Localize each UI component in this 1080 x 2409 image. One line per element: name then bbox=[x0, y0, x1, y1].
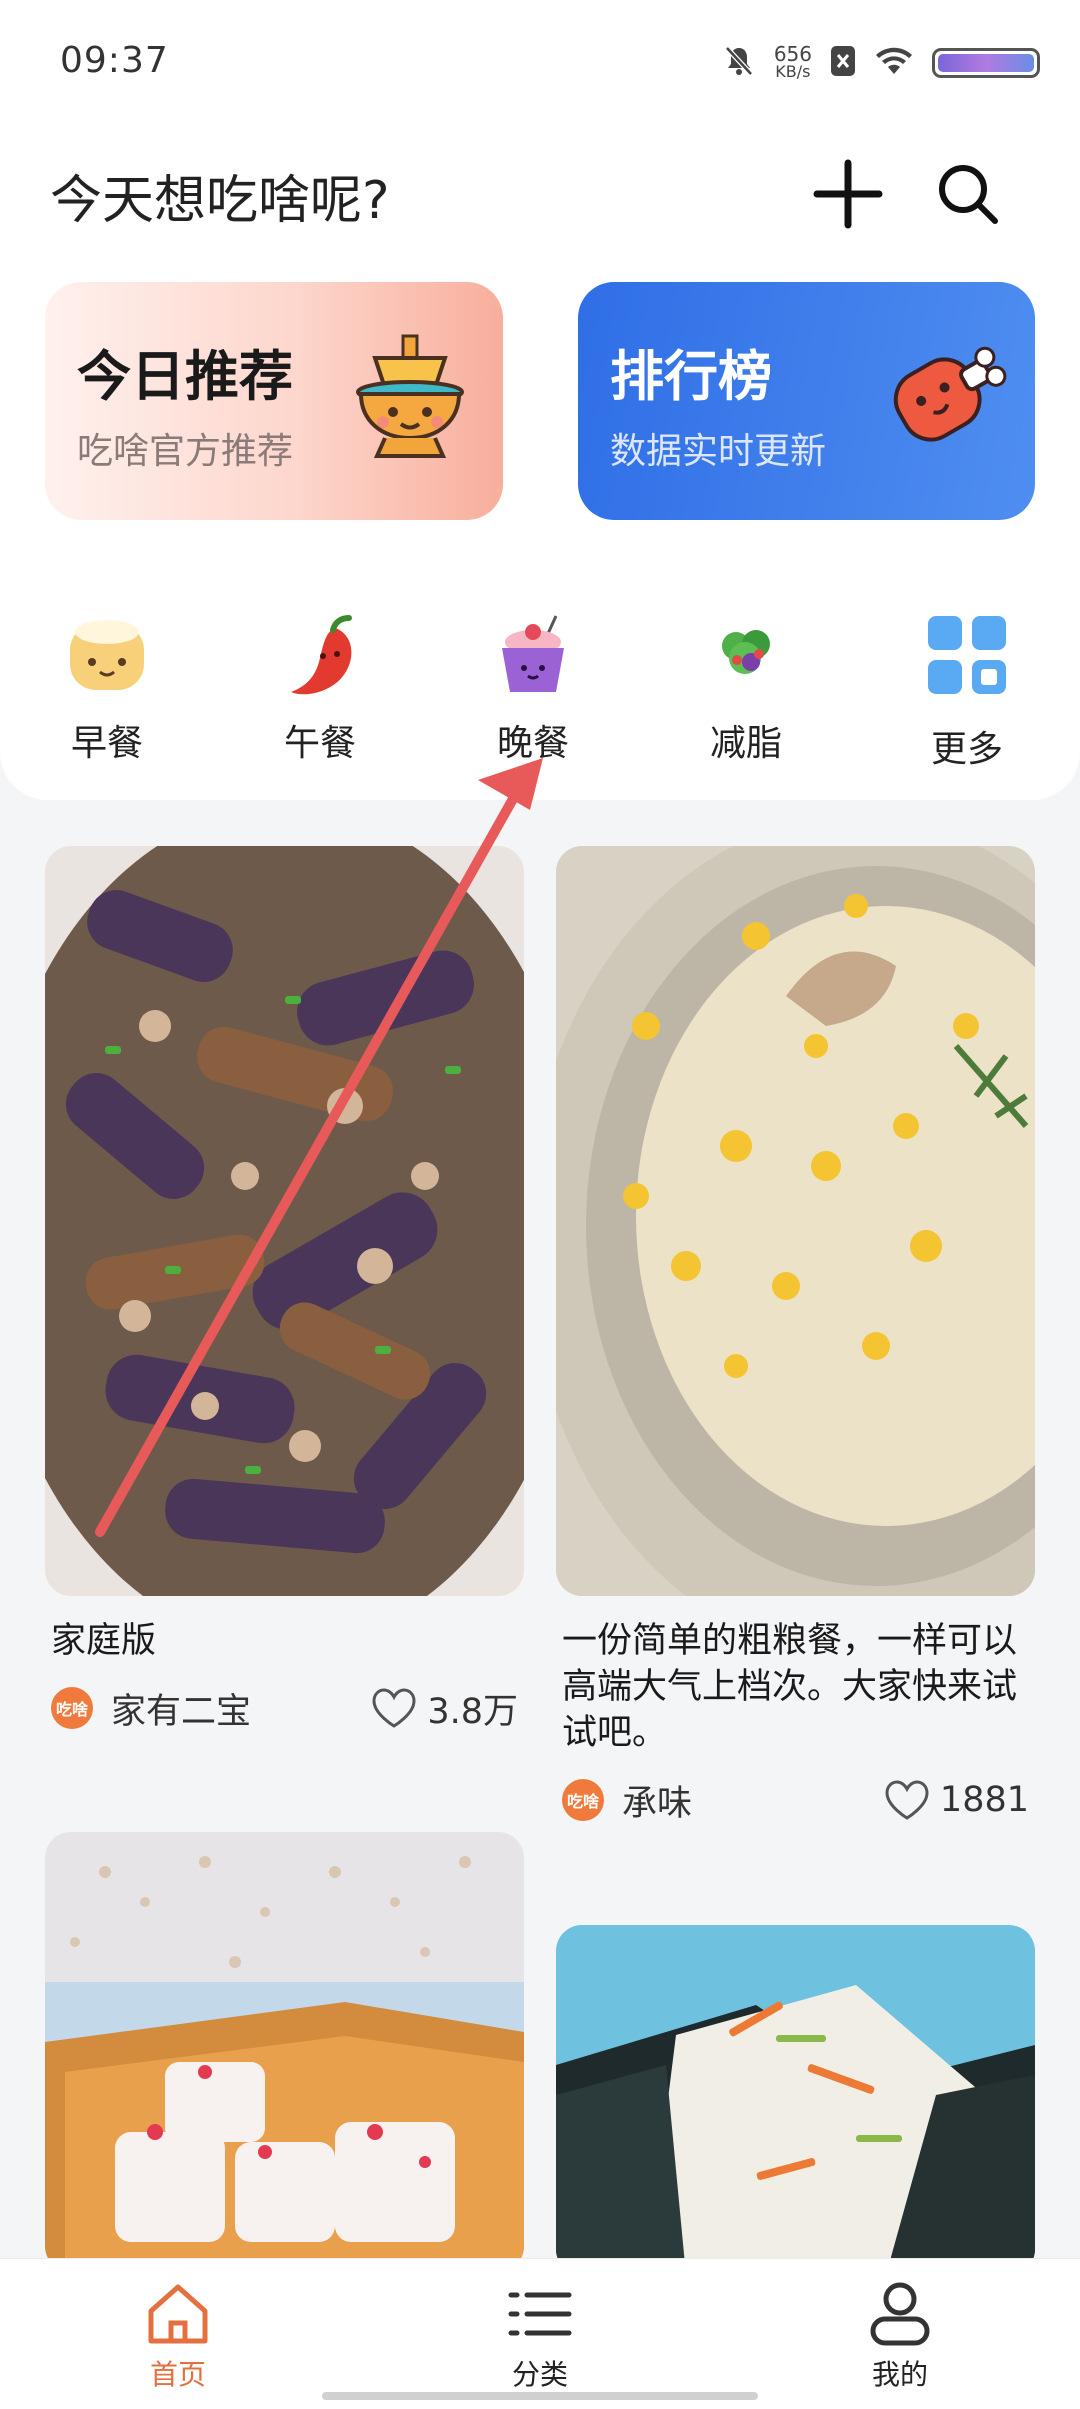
bottom-tab-bar: 首页 分类 我的 bbox=[0, 2258, 1080, 2409]
heart-icon bbox=[885, 1780, 929, 1820]
category-lunch-label: 午餐 bbox=[283, 723, 356, 764]
recipe-meta: 吃啥 家有二宝 3.8万 bbox=[45, 1664, 524, 1736]
author-avatar[interactable]: 吃啥 bbox=[562, 1779, 604, 1821]
banner-today-title: 今日推荐 bbox=[77, 345, 293, 408]
banner-today-subtitle: 吃啥官方推荐 bbox=[77, 431, 294, 472]
category-fat-loss[interactable]: 减脂 bbox=[666, 610, 826, 766]
recipe-meta: 吃啥 承味 1881 bbox=[556, 1756, 1035, 1828]
category-dinner-label: 晚餐 bbox=[496, 723, 569, 764]
recipe-image-dessert bbox=[45, 1832, 524, 2272]
recipe-card[interactable] bbox=[556, 1925, 1035, 2275]
author-name[interactable]: 承味 bbox=[622, 1775, 884, 1826]
like-count: 3.8万 bbox=[427, 1691, 518, 1732]
user-icon bbox=[870, 2282, 930, 2346]
meat-drumstick-mascot-icon bbox=[893, 346, 1007, 442]
sim-off-icon bbox=[830, 45, 856, 81]
category-breakfast[interactable]: 早餐 bbox=[27, 610, 187, 766]
recipe-image-corn-porridge bbox=[556, 846, 1035, 1596]
mute-bell-icon bbox=[722, 44, 756, 82]
add-button[interactable] bbox=[808, 154, 888, 234]
recipe-card[interactable] bbox=[45, 1832, 524, 2272]
heart-icon bbox=[372, 1688, 416, 1728]
tab-category[interactable]: 分类 bbox=[460, 2279, 620, 2393]
category-lunch[interactable]: 午餐 bbox=[240, 610, 400, 766]
status-bar: 09:37 656 KB/s bbox=[0, 0, 1080, 126]
battery-icon bbox=[932, 48, 1040, 78]
steamed-bun-icon bbox=[70, 620, 144, 690]
status-icons: 656 KB/s bbox=[722, 38, 1040, 88]
like-count: 1881 bbox=[939, 1780, 1029, 1820]
category-breakfast-label: 早餐 bbox=[70, 723, 143, 764]
tab-category-label: 分类 bbox=[511, 2358, 568, 2391]
network-speed-unit: KB/s bbox=[775, 62, 811, 81]
status-time: 09:37 bbox=[60, 40, 169, 81]
tab-profile-label: 我的 bbox=[871, 2358, 928, 2391]
recipe-card[interactable]: 家庭版 吃啥 家有二宝 3.8万 bbox=[45, 846, 524, 1736]
author-avatar[interactable]: 吃啥 bbox=[51, 1687, 93, 1729]
banner-today-recommend[interactable]: 今日推荐 吃啥官方推荐 bbox=[45, 282, 503, 520]
dessert-cup-icon bbox=[502, 615, 564, 692]
recipe-card[interactable]: 一份简单的粗粮餐，一样可以高端大气上档次。大家快来试试吧。 吃啥 承味 1881 bbox=[556, 846, 1035, 1828]
home-icon bbox=[148, 2284, 208, 2344]
category-fat-loss-label: 减脂 bbox=[709, 723, 782, 764]
search-icon bbox=[939, 165, 998, 224]
grid-apps-icon bbox=[928, 616, 1006, 694]
wifi-icon bbox=[874, 45, 914, 81]
search-button[interactable] bbox=[928, 154, 1008, 234]
recipe-title: 家庭版 bbox=[51, 1621, 157, 1661]
tab-home[interactable]: 首页 bbox=[98, 2279, 258, 2393]
list-icon bbox=[508, 2292, 572, 2336]
author-name[interactable]: 家有二宝 bbox=[111, 1683, 371, 1734]
plus-icon bbox=[813, 159, 883, 229]
hotpot-mascot-icon bbox=[356, 334, 464, 458]
category-more[interactable]: 更多 bbox=[887, 610, 1047, 772]
banner-ranking[interactable]: 排行榜 数据实时更新 bbox=[578, 282, 1035, 520]
page-title: 今天想吃啥呢? bbox=[50, 171, 390, 231]
recipe-image-rice-roll bbox=[556, 1925, 1035, 2275]
banner-ranking-title: 排行榜 bbox=[610, 345, 772, 408]
category-dinner[interactable]: 晚餐 bbox=[453, 610, 613, 766]
like-button[interactable]: 3.8万 bbox=[371, 1683, 518, 1734]
tab-profile[interactable]: 我的 bbox=[820, 2279, 980, 2393]
category-more-label: 更多 bbox=[930, 729, 1003, 770]
tab-home-label: 首页 bbox=[149, 2358, 206, 2391]
chili-pepper-icon bbox=[291, 615, 352, 695]
recipe-image-eggplant bbox=[45, 846, 524, 1596]
like-button[interactable]: 1881 bbox=[884, 1779, 1029, 1821]
recipe-title: 一份简单的粗粮餐，一样可以高端大气上档次。大家快来试试吧。 bbox=[562, 1621, 1018, 1753]
network-speed-value: 656 bbox=[773, 42, 812, 66]
network-speed: 656 KB/s bbox=[773, 42, 812, 81]
banner-ranking-subtitle: 数据实时更新 bbox=[610, 431, 827, 472]
salad-bowl-icon bbox=[722, 630, 770, 674]
home-indicator bbox=[322, 2392, 758, 2400]
